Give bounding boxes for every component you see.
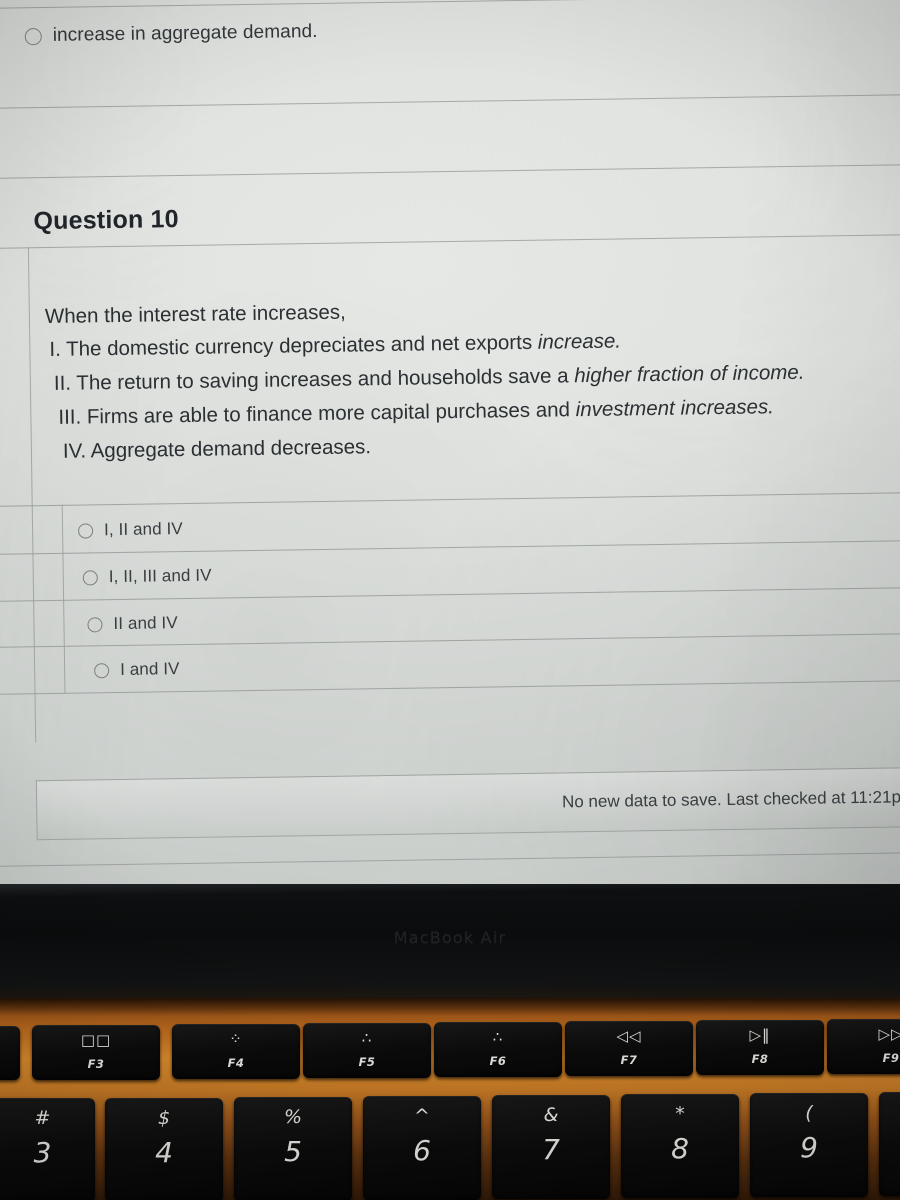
statement-4-prefix: IV. [62,439,91,463]
option-label: I, II, III and IV [108,565,212,587]
key-7-shift: & [543,1104,559,1126]
statement-1-normal: The domestic currency depreciates and ne… [65,330,538,361]
option-label: I, II and IV [103,519,183,540]
question-left-edge [27,247,37,743]
option-3[interactable]: II and IV [87,613,178,634]
screen-bezel: MacBook Air [0,884,900,998]
divider-option-4 [0,632,900,648]
divider-page-bottom [0,851,900,867]
key-f5-label: F5 [358,1055,376,1069]
key-8-digit: 8 [671,1132,689,1165]
key-3-shift: # [34,1107,51,1129]
key-f2-partial[interactable] [0,1026,20,1080]
key-8-shift: * [675,1103,685,1125]
key-3-digit: 3 [33,1136,52,1169]
key-6[interactable]: ^ 6 [363,1096,481,1200]
option-label: II and IV [113,613,178,634]
statement-3-italic: investment increases. [575,395,775,422]
key-7-digit: 7 [542,1133,560,1166]
divider-question-top [0,233,900,249]
launchpad-icon: ⁘ [229,1030,243,1048]
key-f7[interactable]: ◁◁ F7 [565,1021,693,1076]
radio-icon[interactable] [82,569,98,586]
save-status-bar-inner: No new data to save. Last checked at 11:… [562,767,900,831]
divider-option-2 [0,539,900,555]
divider-block-gap [0,163,900,179]
keyboard-brightness-up-icon: ∴ [492,1028,504,1046]
key-f3-label: F3 [87,1057,105,1071]
statement-1: I. The domestic currency depreciates and… [49,329,622,361]
statement-3-prefix: III. [58,405,88,429]
save-status-bar: No new data to save. Last checked at 11:… [35,765,900,841]
option-1[interactable]: I, II and IV [77,519,183,541]
statement-4: IV. Aggregate demand decreases. [62,435,372,463]
radio-icon[interactable] [24,27,42,45]
key-f9-label: F9 [882,1051,900,1065]
key-8[interactable]: * 8 [621,1094,739,1198]
statement-3-normal: Firms are able to finance more capital p… [86,398,576,429]
question-title: Question 10 [33,205,179,236]
divider-option-3 [0,586,900,602]
key-f7-label: F7 [620,1053,638,1067]
key-9[interactable]: ( 9 [750,1093,868,1197]
laptop-photo: increase in aggregate demand. Question 1… [0,0,900,1200]
radio-icon[interactable] [94,662,110,678]
keyboard-brightness-down-icon: ∴ [361,1029,373,1047]
statement-2-italic: higher fraction of income. [574,360,805,388]
save-status-text: No new data to save. Last checked at 11:… [561,787,900,812]
key-6-shift: ^ [414,1105,430,1127]
key-f9[interactable]: ▷▷ F9 [827,1019,900,1074]
fast-forward-icon: ▷▷ [878,1025,900,1043]
key-7[interactable]: & 7 [492,1095,610,1199]
mission-control-icon: □□ [80,1031,112,1049]
key-f3[interactable]: □□ F3 [32,1025,160,1080]
divider-option-end [0,679,900,695]
divider-option-1 [0,491,900,507]
radio-icon[interactable] [77,522,94,539]
divider-after-option [0,93,900,109]
statement-2-normal: The return to saving increases and house… [76,364,575,395]
key-6-digit: 6 [413,1134,431,1167]
key-9-shift: ( [805,1102,813,1124]
key-4[interactable]: $ 4 [105,1098,223,1200]
macbook-air-wordmark: MacBook Air [393,928,507,947]
statement-3: III. Firms are able to finance more capi… [58,395,775,429]
key-5-shift: % [283,1106,303,1128]
key-5[interactable]: % 5 [234,1097,352,1200]
key-5-digit: 5 [284,1135,302,1168]
key-f8[interactable]: ▷‖ F8 [696,1020,824,1075]
key-f8-label: F8 [751,1052,769,1066]
divider-top [0,0,900,9]
key-0-partial[interactable] [879,1092,900,1196]
quiz-page: increase in aggregate demand. Question 1… [0,0,900,884]
key-4-shift: $ [157,1107,171,1129]
rewind-icon: ◁◁ [616,1027,642,1045]
key-f6-label: F6 [489,1054,507,1068]
statement-1-italic: increase. [537,329,622,354]
key-f6[interactable]: ∴ F6 [434,1022,562,1077]
laptop-screen: increase in aggregate demand. Question 1… [0,0,900,884]
statement-1-prefix: I. [49,337,67,361]
statement-2: II. The return to saving increases and h… [53,360,805,395]
radio-icon[interactable] [87,616,103,632]
statement-2-prefix: II. [53,371,77,395]
key-f4[interactable]: ⁘ F4 [172,1024,300,1079]
play-pause-icon: ▷‖ [749,1026,771,1044]
option-4[interactable]: I and IV [94,659,180,680]
key-9-digit: 9 [800,1131,818,1164]
option-previous-question[interactable]: increase in aggregate demand. [24,20,318,47]
key-3[interactable]: # 3 [0,1098,95,1200]
statement-4-normal: Aggregate demand decreases. [90,435,372,463]
keyboard-deck: □□ F3 ⁘ F4 ∴ F5 ∴ F6 ◁◁ F7 ▷‖ F8 ▷▷ F9 #… [0,998,900,1200]
option-label: I and IV [120,659,180,679]
option-label: increase in aggregate demand. [52,20,318,46]
key-f5[interactable]: ∴ F5 [303,1023,431,1078]
key-4-digit: 4 [155,1136,173,1169]
question-stem: When the interest rate increases, [44,300,346,329]
option-2[interactable]: I, II, III and IV [82,565,212,588]
question-body: When the interest rate increases, I. The… [0,294,900,463]
key-f4-label: F4 [227,1056,245,1070]
answer-options: I, II and IV I, II, III and IV II and IV… [0,491,900,695]
